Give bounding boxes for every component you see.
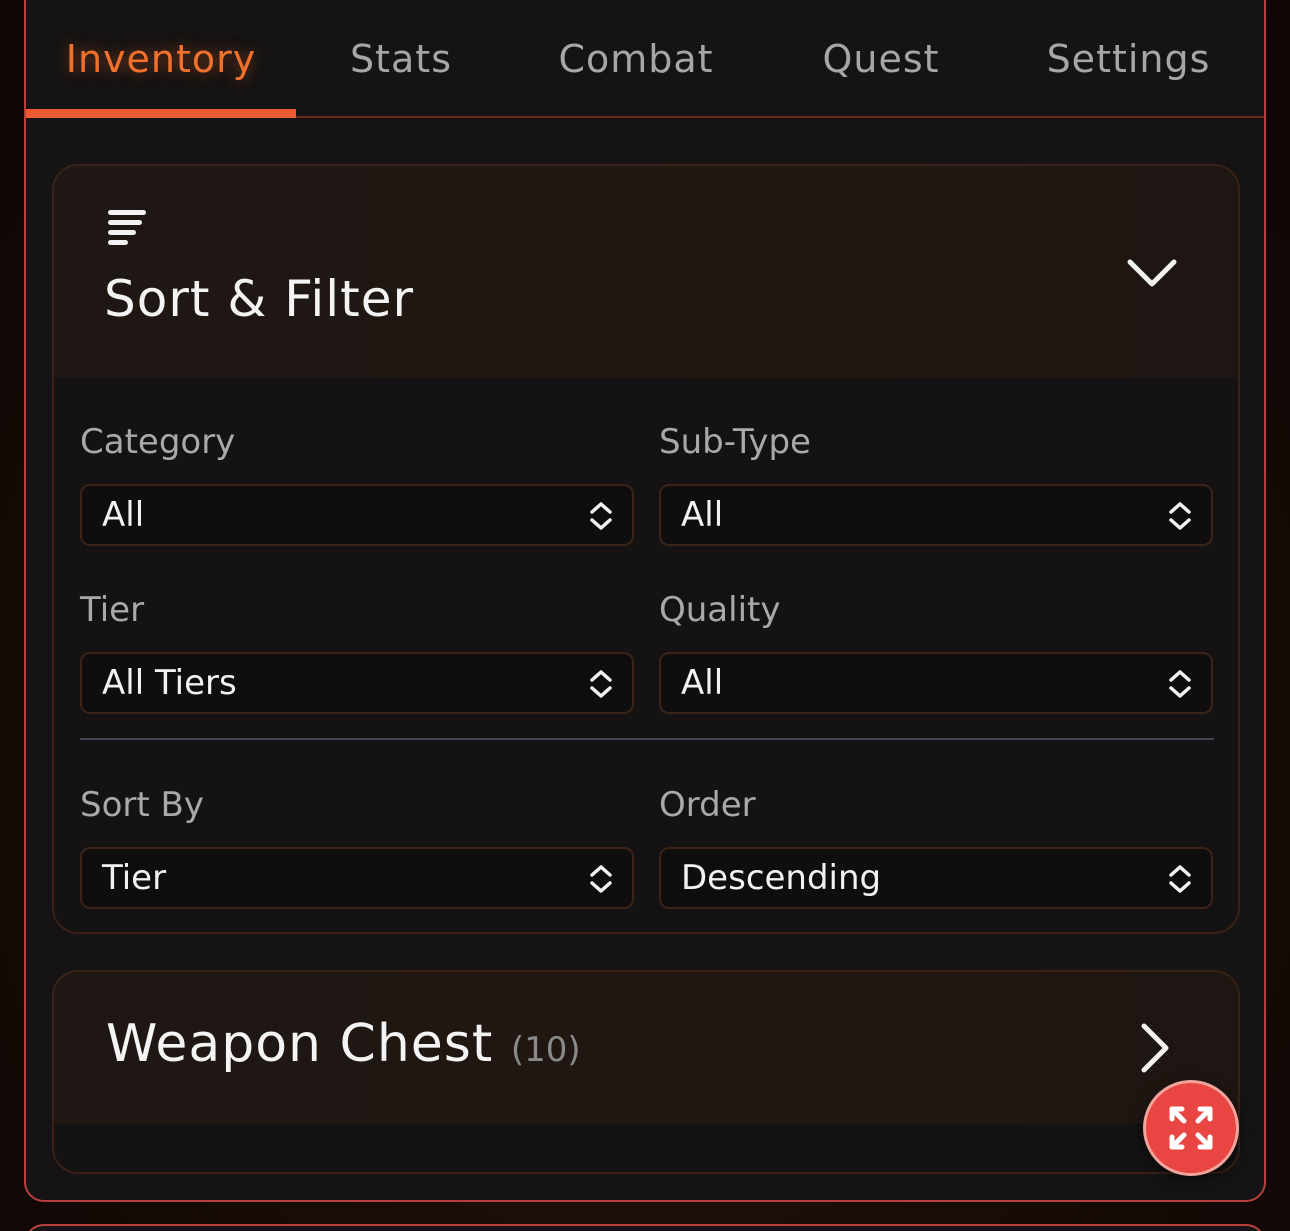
sort-filter-header[interactable]: Sort & Filter (54, 166, 1238, 378)
subtype-select[interactable]: All (659, 484, 1213, 546)
category-select[interactable]: All (80, 484, 634, 546)
filter-lines-icon (108, 210, 146, 245)
sort-filter-title: Sort & Filter (104, 270, 415, 328)
tab-label: Quest (822, 37, 940, 81)
quality-select[interactable]: All (659, 652, 1213, 714)
updown-arrows-icon (590, 502, 612, 530)
order-value: Descending (681, 858, 882, 898)
expand-button[interactable] (1143, 1080, 1239, 1176)
category-value: All (102, 495, 145, 535)
updown-arrows-icon (590, 670, 612, 698)
updown-arrows-icon (1169, 865, 1191, 893)
next-panel-edge (24, 1224, 1266, 1231)
weapon-chest-title: Weapon Chest (10) (106, 1014, 581, 1074)
tab-label: Stats (349, 37, 452, 81)
tab-combat[interactable]: Combat (516, 2, 756, 116)
tab-stats[interactable]: Stats (296, 2, 506, 116)
category-label: Category (80, 422, 236, 462)
tab-bar: Inventory Stats Combat Quest Settings (26, 2, 1264, 118)
quality-value: All (681, 663, 724, 703)
updown-arrows-icon (590, 865, 612, 893)
quality-label: Quality (659, 590, 781, 630)
sort-by-label: Sort By (80, 785, 204, 825)
tab-inventory[interactable]: Inventory (26, 2, 296, 116)
subtype-label: Sub-Type (659, 422, 811, 462)
tier-value: All Tiers (102, 663, 237, 703)
subtype-value: All (681, 495, 724, 535)
tier-select[interactable]: All Tiers (80, 652, 634, 714)
active-tab-indicator (26, 109, 296, 118)
tab-label: Inventory (65, 37, 257, 81)
tab-settings[interactable]: Settings (1011, 2, 1246, 116)
filter-divider (80, 738, 1214, 740)
sort-by-value: Tier (102, 858, 167, 898)
weapon-chest-header[interactable]: Weapon Chest (10) (54, 972, 1238, 1124)
order-select[interactable]: Descending (659, 847, 1213, 909)
sort-by-select[interactable]: Tier (80, 847, 634, 909)
chevron-right-icon[interactable] (1126, 1020, 1182, 1076)
weapon-chest-title-text: Weapon Chest (106, 1014, 494, 1074)
tier-label: Tier (80, 590, 145, 630)
tab-label: Combat (558, 37, 714, 81)
sort-filter-card: Sort & Filter Category All Sub-Type All … (52, 164, 1240, 934)
weapon-chest-card: Weapon Chest (10) (52, 970, 1240, 1174)
weapon-chest-count: (10) (510, 1030, 581, 1070)
order-label: Order (659, 785, 756, 825)
expand-arrows-icon (1169, 1106, 1213, 1150)
tab-quest[interactable]: Quest (761, 2, 1001, 116)
chevron-down-icon[interactable] (1124, 246, 1180, 302)
inventory-panel: Inventory Stats Combat Quest Settings So… (24, 0, 1266, 1202)
tab-label: Settings (1046, 37, 1211, 81)
updown-arrows-icon (1169, 502, 1191, 530)
updown-arrows-icon (1169, 670, 1191, 698)
